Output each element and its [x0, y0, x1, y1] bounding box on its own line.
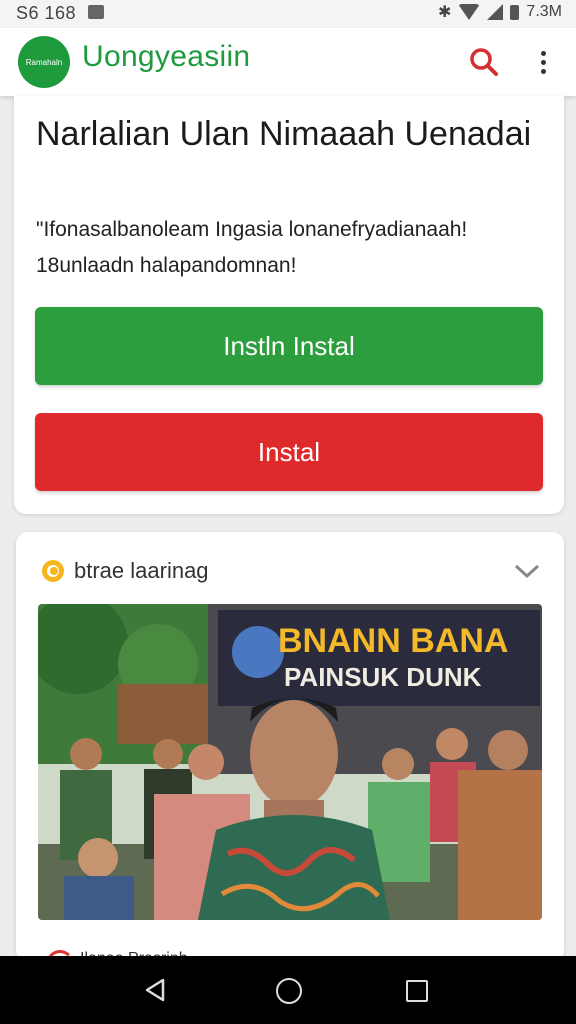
- install-button[interactable]: Instal: [35, 413, 543, 491]
- signal-icon: [487, 4, 504, 20]
- home-icon[interactable]: [276, 978, 302, 1004]
- section-badge-icon: [42, 560, 64, 582]
- news-photo-illustration: BNANN BANA PAINSUK DUNK: [38, 604, 542, 920]
- news-card: btrae laarinag BNANN BANA PAINSUK DUNK: [16, 532, 564, 962]
- app-title: Uongyeasiin: [82, 40, 251, 73]
- recent-apps-icon[interactable]: [406, 980, 428, 1002]
- more-vert-dot: [540, 68, 546, 74]
- app-bar: Ramahaln Uongyeasiin: [0, 28, 576, 96]
- search-button[interactable]: [464, 42, 504, 82]
- search-icon: [470, 48, 498, 76]
- banner-text-line2: PAINSUK DUNK: [284, 662, 482, 692]
- status-icons: ✱ 7.3M: [438, 2, 562, 22]
- install-card-title: Narlalian Ulan Nimaaah Uenadai: [36, 115, 532, 153]
- system-navigation-bar: [0, 956, 576, 1024]
- more-vert-icon: [540, 50, 546, 56]
- more-options-button[interactable]: [528, 42, 558, 82]
- primary-install-button[interactable]: Instln Instal: [35, 307, 543, 385]
- wifi-icon: [458, 4, 481, 20]
- chevron-down-icon[interactable]: [512, 556, 542, 586]
- section-label: btrae laarinag: [74, 558, 209, 583]
- image-icon: [88, 5, 104, 19]
- status-time: S6 168: [16, 3, 77, 23]
- logo-text: Ramahaln: [25, 57, 63, 67]
- app-logo[interactable]: Ramahaln: [18, 36, 70, 88]
- status-right-text: 7.3M: [526, 3, 562, 20]
- bluetooth-icon: ✱: [438, 4, 452, 21]
- news-photo[interactable]: BNANN BANA PAINSUK DUNK: [38, 604, 542, 920]
- install-card: Narlalian Ulan Nimaaah Uenadai "Ifonasal…: [14, 96, 564, 514]
- status-bar: S6 168 ✱ 7.3M: [0, 0, 576, 28]
- install-card-description: "Ifonasalbanoleam Ingasia lonanefryadian…: [36, 218, 468, 277]
- more-vert-dot: [540, 59, 546, 65]
- banner-text-line1: BNANN BANA: [278, 622, 508, 660]
- back-icon[interactable]: [144, 978, 166, 1002]
- battery-icon: [510, 4, 520, 20]
